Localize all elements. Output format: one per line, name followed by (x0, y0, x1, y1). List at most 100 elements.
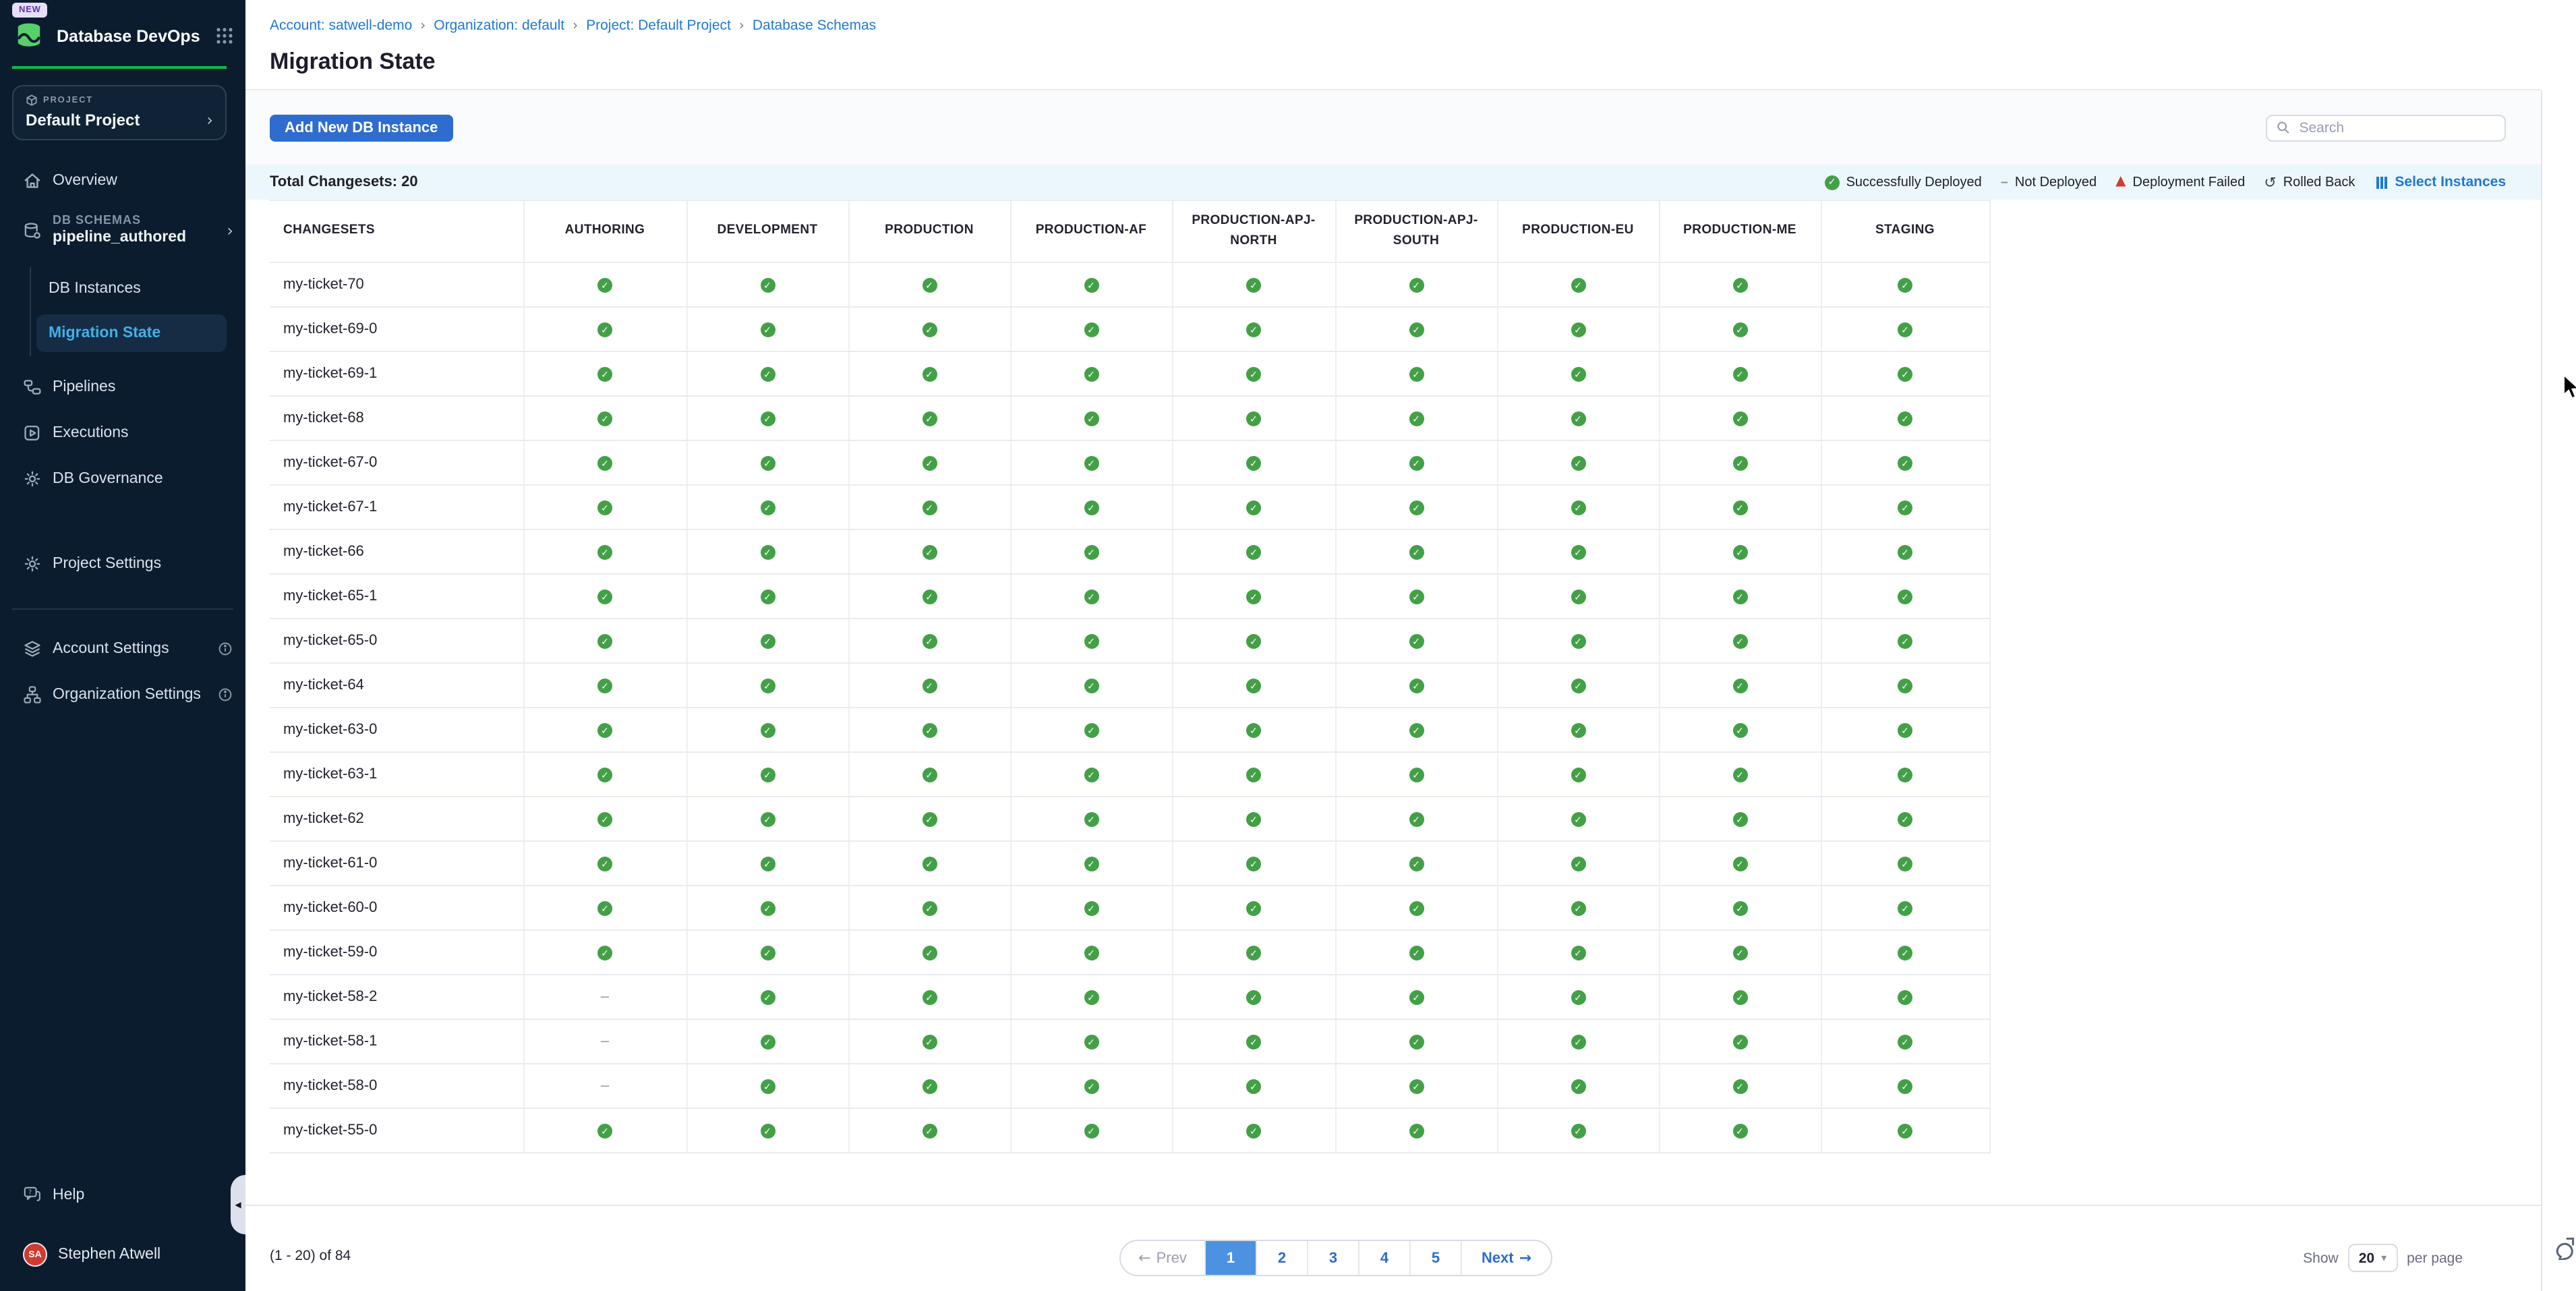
success-icon: ✓ (922, 323, 937, 338)
success-icon: ✓ (760, 412, 775, 427)
success-icon: ✓ (922, 412, 937, 427)
status-cell: ✓ (1659, 841, 1821, 886)
add-db-instance-button[interactable]: Add New DB Instance (270, 114, 452, 141)
status-cell: ✓ (523, 262, 686, 307)
search-icon (2277, 120, 2289, 135)
success-icon: ✓ (922, 679, 937, 694)
page-button-5[interactable]: 5 (1409, 1241, 1461, 1275)
sidebar-item-organization-settings[interactable]: Organization Settings (12, 676, 233, 714)
status-cell: ✓ (1821, 485, 1989, 529)
status-cell: ✓ (686, 529, 848, 574)
org-hierarchy-icon (23, 685, 42, 704)
success-icon: ✓ (1246, 813, 1261, 828)
success-icon: ✓ (1409, 412, 1424, 427)
legend-label: Not Deployed (2015, 175, 2097, 190)
breadcrumb-link[interactable]: Database Schemas (753, 18, 876, 34)
success-icon: ✓ (1409, 1035, 1424, 1050)
sidebar-item-pipelines[interactable]: Pipelines (12, 368, 233, 406)
page-button-1[interactable]: 1 (1204, 1241, 1256, 1275)
sidebar: NEW Database DevOps PRO (0, 0, 245, 1291)
status-cell: ✓ (1335, 262, 1497, 307)
success-icon: ✓ (1084, 946, 1099, 961)
success-icon: ✓ (1409, 724, 1424, 739)
info-icon[interactable] (217, 687, 233, 703)
status-cell: ✓ (848, 841, 1010, 886)
search-input[interactable] (2296, 118, 2495, 137)
breadcrumb-link[interactable]: Account: satwell-demo (270, 18, 412, 34)
sidebar-item-executions[interactable]: Executions (12, 414, 233, 452)
project-selector[interactable]: PROJECT Default Project › (12, 85, 227, 140)
success-icon: ✓ (597, 724, 612, 739)
project-label: PROJECT (43, 96, 93, 105)
status-cell: ✓ (686, 752, 848, 797)
success-icon: ✓ (1246, 857, 1261, 872)
sidebar-item-help[interactable]: ? Help (12, 1176, 233, 1214)
status-cell: ✓ (686, 663, 848, 708)
status-cell: ✓ (686, 619, 848, 663)
sidebar-item-overview[interactable]: Overview (12, 162, 233, 200)
success-icon: ✓ (1084, 635, 1099, 650)
sidebar-item-db-instances[interactable]: DB Instances (36, 270, 233, 308)
info-icon[interactable] (217, 641, 233, 657)
changeset-name: my-ticket-60-0 (270, 886, 523, 930)
table-body: my-ticket-70✓✓✓✓✓✓✓✓✓my-ticket-69-0✓✓✓✓✓… (270, 262, 1989, 1153)
page-size-select[interactable]: 20 ▾ (2348, 1244, 2397, 1272)
select-instances-button[interactable]: Select Instances (2376, 174, 2506, 190)
sidebar-item-db-schemas[interactable]: DB SCHEMAS pipeline_authored › (12, 205, 233, 256)
breadcrumb-link[interactable]: Organization: default (434, 18, 564, 34)
next-page-button[interactable]: Next → (1461, 1241, 1551, 1275)
column-header: STAGING (1821, 200, 1989, 262)
success-icon: ✓ (597, 546, 612, 561)
page-button-4[interactable]: 4 (1358, 1241, 1409, 1275)
status-cell: ✓ (1497, 886, 1659, 930)
success-icon: ✓ (922, 546, 937, 561)
sidebar-item-migration-state[interactable]: Migration State (36, 314, 227, 352)
sidebar-item-db-governance[interactable]: DB Governance (12, 460, 233, 498)
page-size-control: Show 20 ▾ per page (2303, 1240, 2463, 1276)
status-cell: ✓ (1821, 752, 1989, 797)
page-button-2[interactable]: 2 (1256, 1241, 1307, 1275)
success-icon: ✓ (760, 724, 775, 739)
status-cell: ✓ (848, 307, 1010, 351)
success-icon: ✓ (1409, 768, 1424, 783)
status-cell: ✓ (1335, 930, 1497, 975)
mouse-cursor (2563, 374, 2576, 401)
module-grid-icon[interactable] (216, 27, 233, 45)
success-icon: ✓ (1898, 590, 1912, 605)
legend-label: Successfully Deployed (1846, 175, 1982, 190)
db-schemas-section-label: DB SCHEMAS (53, 213, 186, 229)
page-button-3[interactable]: 3 (1307, 1241, 1358, 1275)
prev-page-button[interactable]: ← Prev (1121, 1241, 1204, 1275)
success-icon: ✓ (760, 546, 775, 561)
legend-item: ▲Deployment Failed (2115, 175, 2245, 190)
success-icon: ✓ (1898, 1124, 1912, 1139)
status-cell: ✓ (848, 930, 1010, 975)
success-icon: ✓ (922, 368, 937, 382)
breadcrumb: Account: satwell-demo › Organization: defa… (270, 18, 876, 34)
success-icon: ✓ (922, 457, 937, 471)
prev-label: Prev (1157, 1250, 1187, 1266)
sidebar-collapse-handle[interactable]: ◀ (231, 1175, 245, 1234)
status-cell: ✓ (1172, 485, 1335, 529)
table-row: my-ticket-61-0✓✓✓✓✓✓✓✓✓ (270, 841, 1989, 886)
success-icon: ✓ (1898, 813, 1912, 828)
accent-divider (12, 66, 227, 69)
feedback-widget-icon[interactable] (2553, 1236, 2576, 1260)
breadcrumb-separator-icon: › (739, 18, 744, 33)
show-label: Show (2303, 1250, 2339, 1266)
sidebar-item-account-settings[interactable]: Account Settings (12, 630, 233, 668)
status-cell: ✓ (1335, 440, 1497, 485)
breadcrumb-link[interactable]: Project: Default Project (586, 18, 731, 34)
status-cell: ✓ (1821, 619, 1989, 663)
sidebar-item-project-settings[interactable]: Project Settings (12, 545, 233, 583)
search-box[interactable] (2266, 114, 2506, 141)
status-cell: ✓ (1010, 619, 1172, 663)
success-icon: ✓ (1898, 323, 1912, 338)
status-cell: ✓ (523, 663, 686, 708)
changeset-name: my-ticket-61-0 (270, 841, 523, 886)
status-cell: ✓ (1821, 529, 1989, 574)
user-menu[interactable]: SA Stephen Atwell (12, 1236, 233, 1273)
success-icon: ✓ (1246, 635, 1261, 650)
success-icon: ✓ (760, 501, 775, 516)
success-icon: ✓ (1732, 679, 1747, 694)
